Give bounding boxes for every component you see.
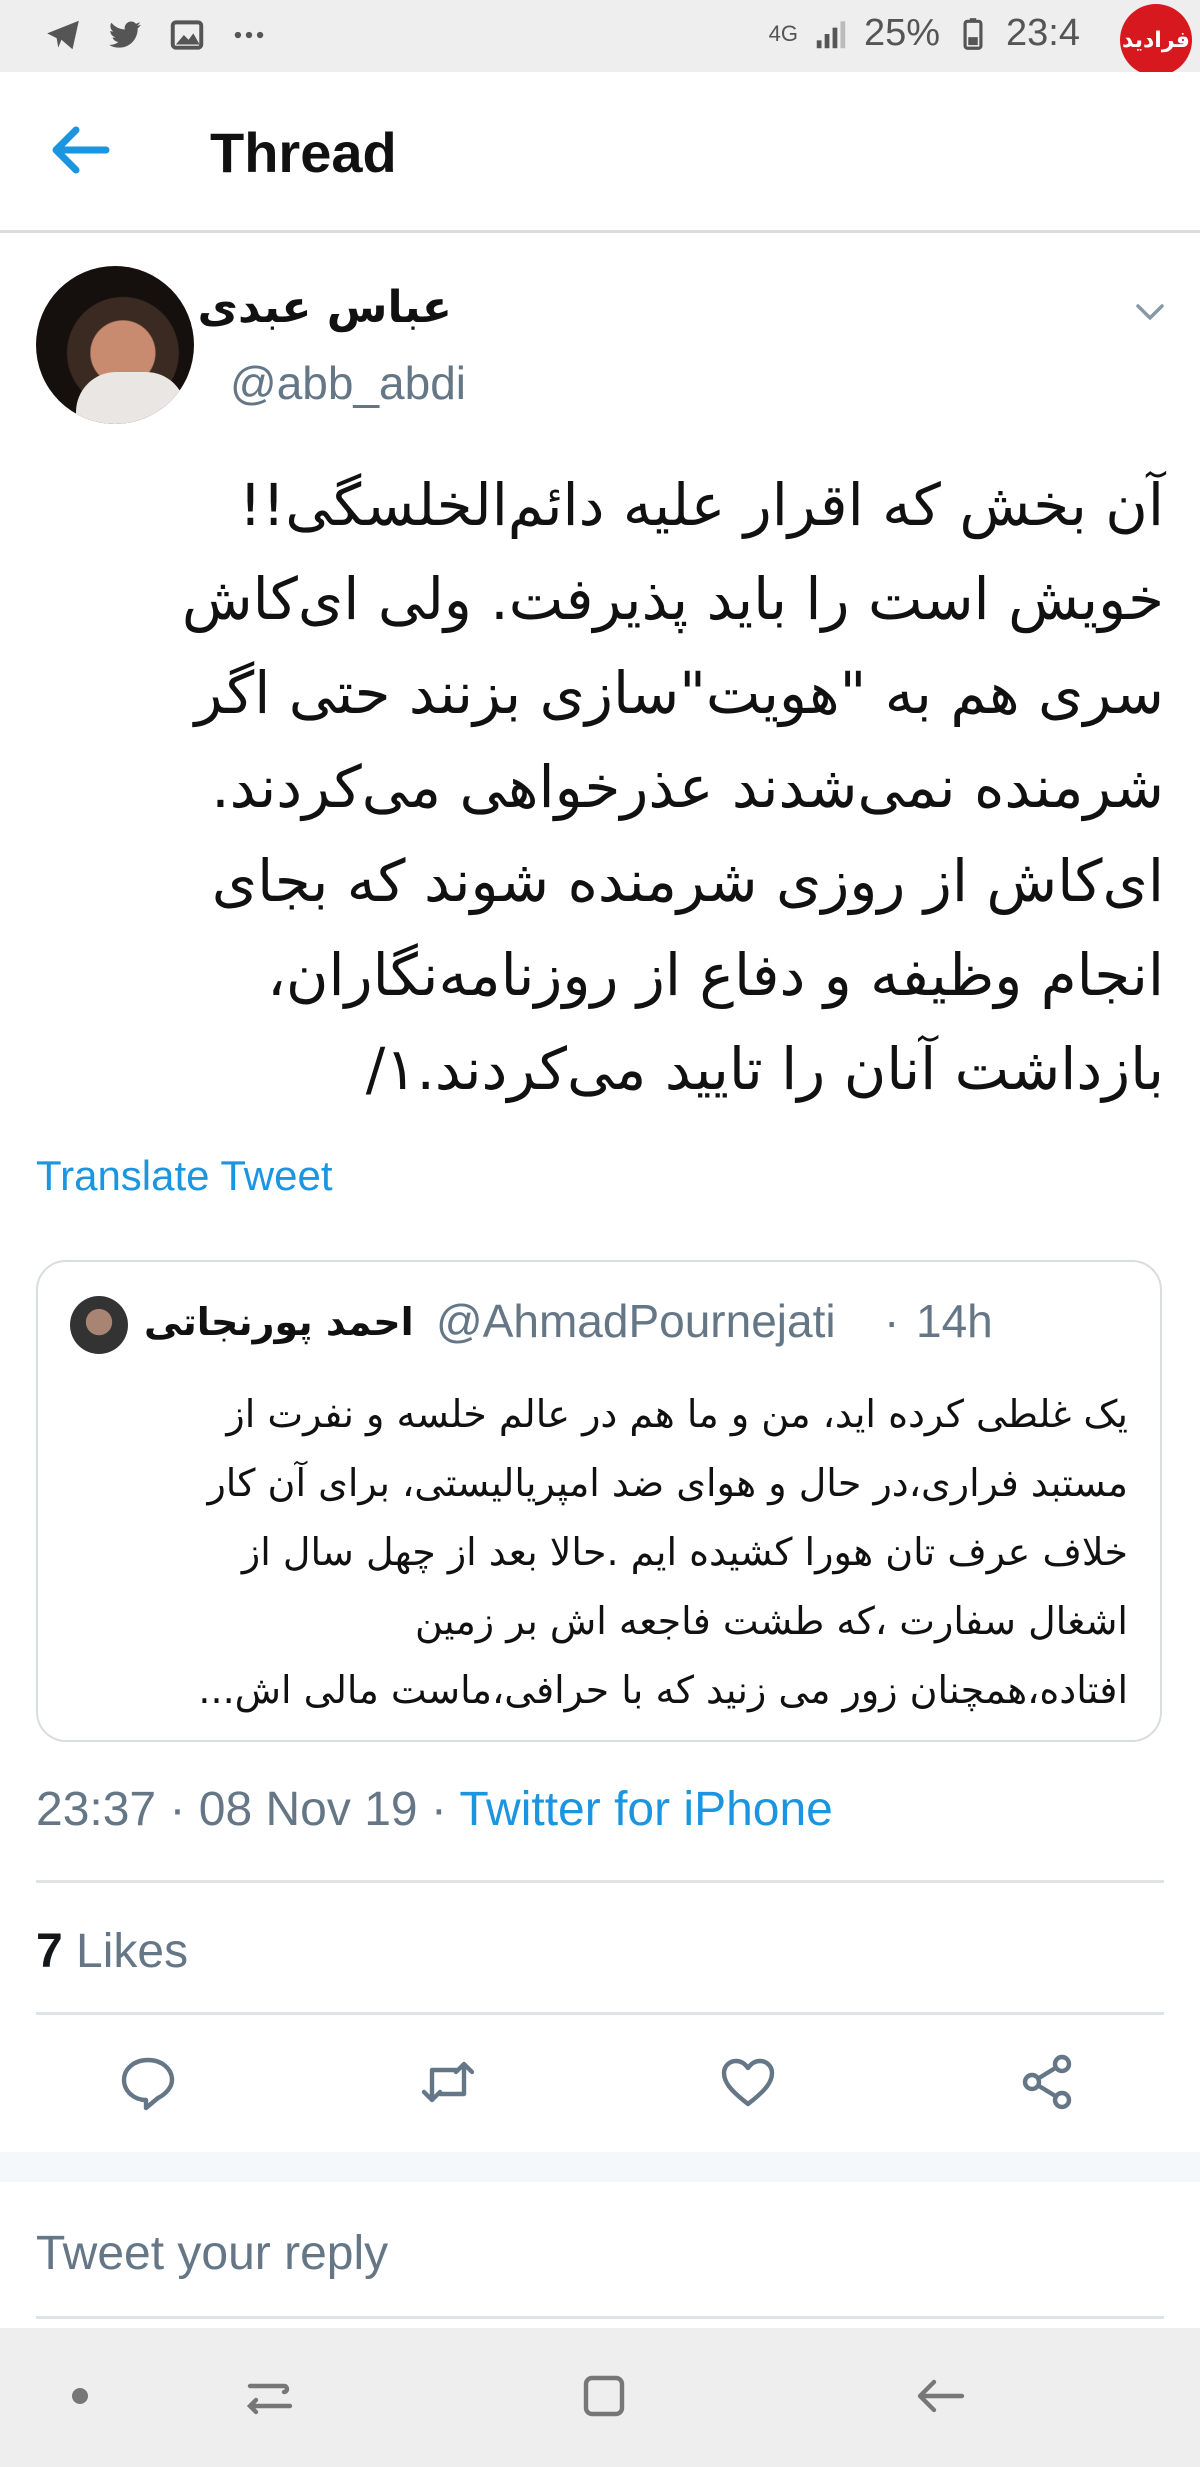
tweet-text-line: بازداشت آنان را تایید می‌کردند.۱/ (365, 1035, 1164, 1103)
retweet-icon (421, 2061, 475, 2103)
reply-icon (121, 2057, 175, 2111)
nav-dot-icon[interactable] (50, 2366, 110, 2426)
quoted-author-handle: @AhmadPournejati (436, 1295, 836, 1347)
tweet-text: آن بخش که اقرار علیه دائم‌الخلسگی!! خویش… (90, 458, 1164, 1116)
author-handle[interactable]: @abb_abdi (230, 356, 466, 410)
share-button[interactable] (1018, 2052, 1078, 2112)
share-icon (1022, 2054, 1072, 2110)
quoted-tweet-text: یک غلطی کرده اید، من و ما هم در عالم خلس… (78, 1380, 1128, 1725)
back-arrow-icon[interactable] (50, 122, 110, 178)
system-back-icon[interactable] (910, 2366, 970, 2426)
quoted-author-display-name: احمد پورنجاتی (144, 1300, 414, 1344)
status-bar: 4G 25% 23:4 فرادید (0, 0, 1200, 76)
divider (36, 2012, 1164, 2015)
more-icon (234, 31, 264, 39)
system-navigation-bar (0, 2328, 1200, 2467)
chevron-down-icon[interactable] (1132, 298, 1168, 326)
tweet-text-line: خویش است را باید پذیرفت. ولی ای‌کاش (181, 565, 1164, 633)
tweet-text-line: انجام وظیفه و دفاع از روزنامه‌نگاران، (267, 941, 1164, 1009)
page-title: Thread (210, 121, 397, 184)
quoted-text-line: افتاده،همچنان زور می زنید که با حرافی،ما… (198, 1668, 1128, 1712)
tweet-text-line: ای‌کاش از روزی شرمنده شوند که بجای (211, 847, 1164, 915)
quoted-text-line: خلاف عرف تان هورا کشیده ایم .حالا بعد از… (241, 1530, 1128, 1574)
recent-apps-icon[interactable] (240, 2366, 300, 2426)
divider (36, 1880, 1164, 1883)
retweet-button[interactable] (418, 2052, 478, 2112)
translate-tweet-link[interactable]: Translate Tweet (36, 1152, 332, 1200)
like-icon (721, 2058, 775, 2107)
twitter-icon (109, 21, 141, 48)
gallery-icon (170, 20, 204, 50)
reply-input[interactable]: Tweet your reply (36, 2226, 388, 2281)
battery-percent: 25% (863, 12, 941, 54)
home-icon[interactable] (574, 2366, 634, 2426)
corner-logo: فرادید (1120, 4, 1192, 76)
quoted-author-avatar (70, 1296, 128, 1354)
quoted-tweet-card[interactable]: احمد پورنجاتی @AhmadPournejati · 14h یک … (36, 1260, 1162, 1742)
quoted-text-line: یک غلطی کرده اید، من و ما هم در عالم خلس… (226, 1392, 1128, 1436)
quoted-text-line: مستبد فراری،در حال و هوای ضد امپریالیستی… (207, 1461, 1128, 1505)
quoted-time: 14h (916, 1295, 993, 1347)
tweet-text-line: آن بخش که اقرار علیه دائم‌الخلسگی!! (238, 471, 1164, 539)
clock: 23:4 (1006, 12, 1080, 54)
likes-count[interactable]: 7 Likes (36, 1924, 188, 1979)
tweet-metadata: 23:37 · 08 Nov 19 · Twitter for iPhone (36, 1782, 833, 1837)
tweet-text-line: شرمنده نمی‌شدند عذرخواهی می‌کردند. (211, 753, 1164, 821)
network-type: 4G (768, 20, 798, 46)
reply-button[interactable] (118, 2052, 178, 2112)
likes-number: 7 (36, 1925, 63, 1978)
top-app-bar: Thread (0, 72, 1200, 233)
reply-underline (36, 2316, 1164, 2319)
battery-icon (963, 17, 983, 50)
telegram-icon (47, 20, 79, 50)
quoted-text-line: اشغال سفارت ،که طشت فاجعه اش بر زمین (415, 1599, 1128, 1643)
author-display-name[interactable]: عباس عبدی (198, 282, 452, 333)
status-bar-left-icons (44, 16, 268, 54)
tweet-source-link[interactable]: Twitter for iPhone (459, 1783, 833, 1836)
signal-icon (816, 20, 846, 48)
section-separator (0, 2152, 1200, 2182)
tweet-timestamp: 23:37 · 08 Nov 19 · (36, 1783, 460, 1836)
like-button[interactable] (718, 2052, 778, 2112)
quoted-separator: · (884, 1295, 900, 1347)
likes-label: Likes (62, 1925, 189, 1978)
tweet-text-line: سری هم به "هویت"سازی بزنند حتی اگر (194, 659, 1164, 727)
status-bar-right: 4G 25% 23:4 (769, 12, 1080, 55)
author-avatar[interactable] (36, 266, 194, 424)
